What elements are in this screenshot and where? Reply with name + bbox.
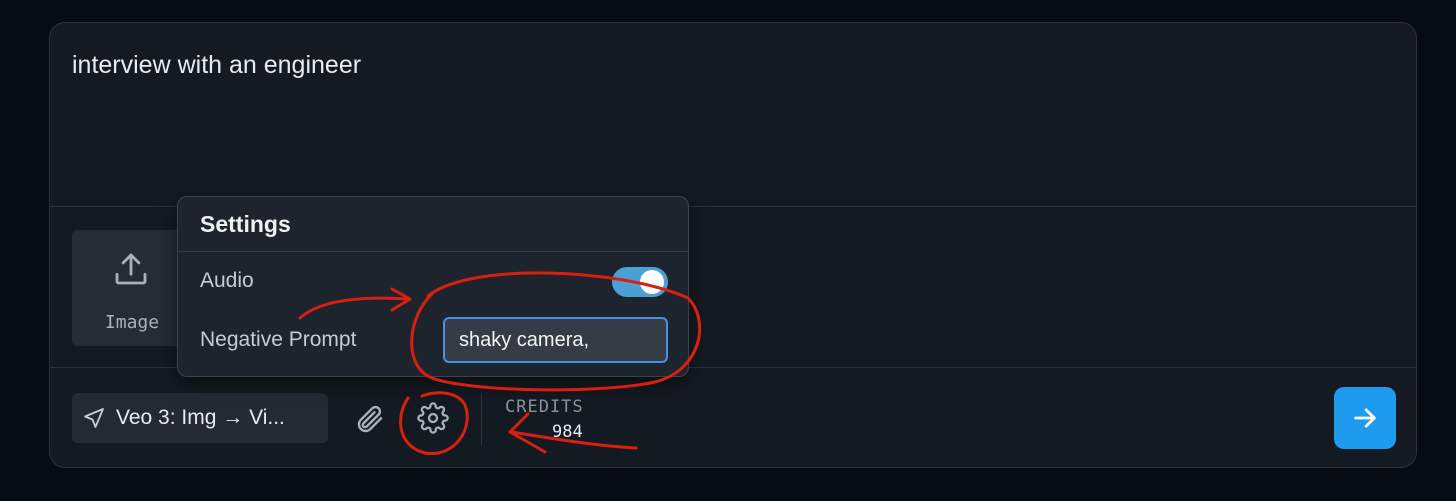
gear-icon[interactable] [417, 402, 449, 434]
toolbar-divider [481, 393, 482, 445]
arrow-right-icon [1354, 408, 1376, 428]
audio-toggle[interactable] [612, 267, 668, 297]
settings-popover: Settings Audio Negative Prompt [177, 196, 689, 377]
settings-title: Settings [200, 211, 291, 237]
negative-prompt-label: Negative Prompt [200, 328, 357, 351]
credits-value: 984 [552, 422, 583, 442]
prompt-textarea[interactable]: interview with an engineer [72, 51, 361, 80]
model-selector[interactable]: Veo 3: Img → Vi... [72, 393, 328, 443]
upload-label: Image [104, 312, 160, 333]
navigation-arrow-icon [84, 408, 104, 428]
model-label: Veo 3: Img → Vi... [116, 406, 285, 429]
paperclip-icon[interactable] [353, 403, 385, 435]
send-button[interactable] [1334, 387, 1396, 449]
settings-divider [178, 251, 688, 252]
image-upload-tile[interactable]: Image [72, 230, 192, 346]
audio-label: Audio [200, 269, 254, 292]
upload-icon [115, 253, 147, 285]
audio-toggle-knob [640, 270, 664, 294]
credits-label: CREDITS [505, 397, 584, 417]
negative-prompt-input[interactable] [443, 317, 668, 363]
